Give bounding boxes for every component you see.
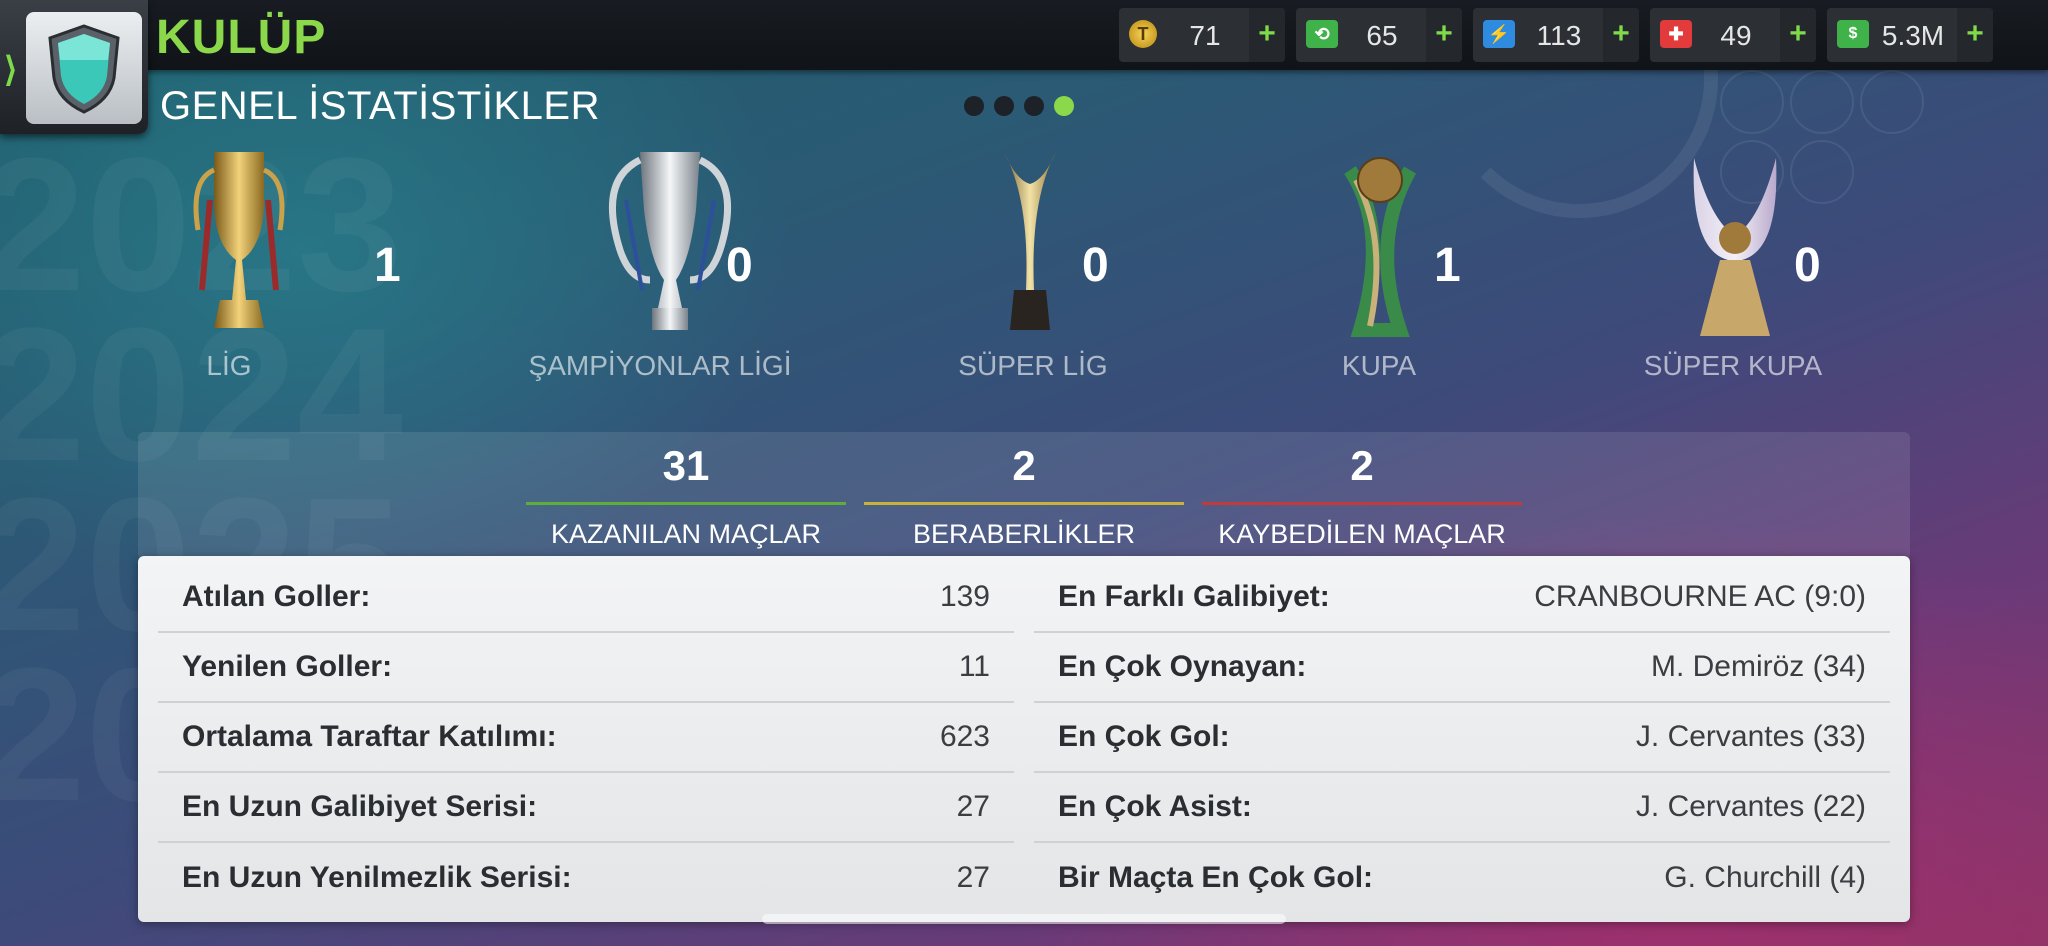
page-title: GENEL İSTATİSTİKLER: [160, 84, 600, 128]
summary-draws: 2 BERABERLİKLER: [864, 438, 1184, 550]
scroll-indicator[interactable]: [762, 914, 1286, 924]
wins-value: 31: [662, 442, 710, 489]
page-dot[interactable]: [994, 96, 1014, 116]
club-menu-tab[interactable]: ⟩: [0, 0, 148, 134]
losses-label: KAYBEDİLEN MAÇLAR: [1218, 519, 1506, 549]
trophy-label: ŞAMPİYONLAR LİGİ: [528, 350, 792, 381]
trophy-count: 0: [1794, 239, 1821, 292]
wins-bar: [526, 502, 846, 505]
stat-value: 623: [939, 720, 990, 753]
currency-value: 65: [1366, 20, 1398, 51]
wins-label: KAZANILAN MAÇLAR: [550, 519, 822, 549]
club-shield-icon: [48, 24, 120, 114]
stat-value: 27: [956, 861, 990, 894]
trophy-league: 1 LİG: [154, 140, 474, 390]
league-trophy-icon: [193, 152, 285, 328]
currency-money[interactable]: $ 5.3M +: [1827, 8, 1993, 62]
losses-value: 2: [1350, 442, 1374, 489]
add-medical-button[interactable]: +: [1780, 8, 1816, 62]
trophy-label: SÜPER LİG: [958, 350, 1108, 381]
stat-label: En Farklı Galibiyet:: [1058, 580, 1330, 613]
page-dot-active[interactable]: [1054, 96, 1074, 116]
trophy-super-cup: 0 SÜPER KUPA: [1644, 140, 2000, 390]
stat-row: En Çok Gol: J. Cervantes (33): [1034, 703, 1890, 773]
currency-value: 49: [1720, 20, 1752, 51]
currency-value: 5.3M: [1881, 20, 1945, 51]
energy-icon: ⚡: [1483, 20, 1515, 48]
stat-label: En Çok Asist:: [1058, 790, 1252, 823]
training-cash-icon: ⟲: [1306, 20, 1338, 48]
background-ring: [1720, 70, 1784, 134]
stat-value: G. Churchill (4): [1664, 861, 1866, 894]
add-money-button[interactable]: +: [1957, 8, 1993, 62]
cup-trophy-icon: [1344, 157, 1417, 337]
trophy-label: SÜPER KUPA: [1643, 350, 1823, 381]
currency-training[interactable]: ⟲ 65 +: [1296, 8, 1462, 62]
stat-value: 11: [958, 650, 990, 683]
stat-row: Bir Maçta En Çok Gol: G. Churchill (4): [1034, 843, 1890, 913]
stat-row: En Farklı Galibiyet: CRANBOURNE AC (9:0): [1034, 563, 1890, 633]
stat-row: En Uzun Galibiyet Serisi: 27: [158, 773, 1014, 843]
trophy-count: 1: [374, 239, 401, 292]
background-ring: [1860, 70, 1924, 134]
token-coin-icon: T: [1129, 20, 1157, 48]
club-title: KULÜP: [156, 11, 327, 64]
stat-row: Yenilen Goller: 11: [158, 633, 1014, 703]
stat-value: J. Cervantes (33): [1635, 720, 1866, 753]
page-indicator: [964, 96, 1084, 121]
summary-losses: 2 KAYBEDİLEN MAÇLAR: [1202, 438, 1522, 550]
losses-bar: [1202, 502, 1522, 505]
stat-label: Bir Maçta En Çok Gol:: [1058, 861, 1374, 894]
stat-value: 139: [939, 580, 990, 613]
stat-row: En Uzun Yenilmezlik Serisi: 27: [158, 843, 1014, 913]
trophy-count: 1: [1434, 239, 1461, 292]
stat-label: En Uzun Yenilmezlik Serisi:: [182, 861, 572, 894]
club-logo: [26, 12, 142, 124]
medical-icon: ✚: [1660, 20, 1692, 48]
money-icon: $: [1837, 20, 1869, 48]
summary-wins: 31 KAZANILAN MAÇLAR: [526, 438, 846, 550]
currency-energy[interactable]: ⚡ 113 +: [1473, 8, 1639, 62]
stat-value: J. Cervantes (22): [1635, 790, 1866, 823]
stat-label: En Çok Oynayan:: [1058, 650, 1307, 683]
expand-arrow-icon[interactable]: ⟩: [4, 50, 17, 90]
trophy-label: LİG: [206, 350, 252, 381]
super-league-trophy-icon: [1004, 152, 1056, 330]
currency-value: 71: [1189, 20, 1221, 51]
currency-medical[interactable]: ✚ 49 +: [1650, 8, 1816, 62]
draws-label: BERABERLİKLER: [912, 519, 1136, 549]
stat-row: Ortalama Taraftar Katılımı: 623: [158, 703, 1014, 773]
stat-value: 27: [956, 790, 990, 823]
background-ring: [1790, 70, 1854, 134]
stat-label: Atılan Goller:: [182, 580, 371, 613]
trophy-label: KUPA: [1341, 350, 1417, 381]
stat-row: En Çok Oynayan: M. Demiröz (34): [1034, 633, 1890, 703]
super-cup-trophy-icon: [1693, 158, 1777, 336]
trophy-champions-league: 0 ŞAMPİYONLAR LİGİ: [529, 140, 910, 390]
draws-bar: [864, 502, 1184, 505]
stat-row: En Çok Asist: J. Cervantes (22): [1034, 773, 1890, 843]
page-dot[interactable]: [1024, 96, 1044, 116]
add-training-button[interactable]: +: [1426, 8, 1462, 62]
draws-value: 2: [1012, 442, 1036, 489]
stat-row: Atılan Goller: 139: [158, 563, 1014, 633]
stat-value: CRANBOURNE AC (9:0): [1534, 580, 1866, 613]
trophy-count: 0: [726, 239, 753, 292]
stat-label: Ortalama Taraftar Katılımı:: [182, 720, 557, 753]
stat-value: M. Demiröz (34): [1650, 650, 1866, 683]
currency-value: 113: [1536, 20, 1582, 51]
stat-label: En Çok Gol:: [1058, 720, 1230, 753]
stat-label: En Uzun Galibiyet Serisi:: [182, 790, 538, 823]
trophy-count: 0: [1082, 239, 1109, 292]
add-tokens-button[interactable]: +: [1249, 8, 1285, 62]
currency-tokens[interactable]: T 71 +: [1119, 8, 1285, 62]
stat-label: Yenilen Goller:: [182, 650, 393, 683]
page-dot[interactable]: [964, 96, 984, 116]
add-energy-button[interactable]: +: [1603, 8, 1639, 62]
